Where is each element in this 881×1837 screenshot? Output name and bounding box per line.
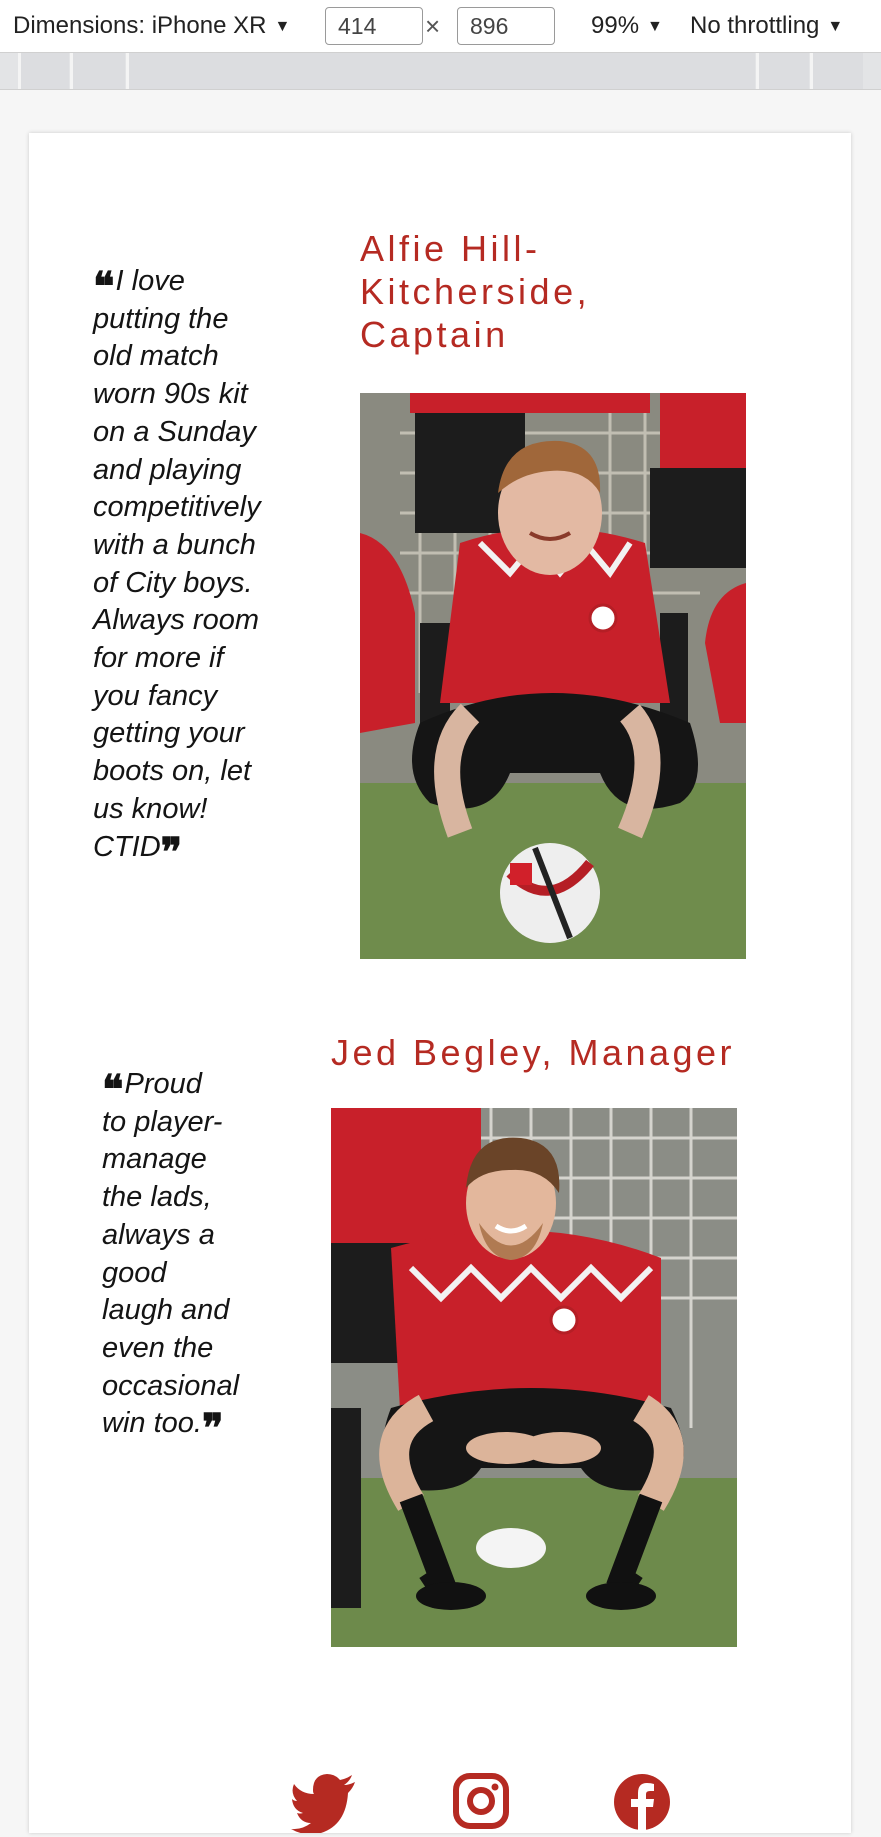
devtools-device-toolbar: Dimensions: iPhone XR ▼ × 99% ▼ No throttl…	[0, 0, 881, 53]
quote-line: of City boys.	[93, 566, 253, 599]
quote-line: Proud	[124, 1068, 202, 1100]
close-quote-icon: ❞	[201, 1405, 223, 1453]
quote-line: laugh and	[102, 1294, 230, 1327]
media-query-bar	[0, 53, 881, 90]
zoom-label: 99%	[591, 12, 640, 39]
times-icon: ×	[425, 11, 441, 41]
player-photo-alfie-illustration	[360, 393, 746, 959]
quote-line: always a	[102, 1218, 215, 1251]
throttling-label: No throttling	[690, 12, 820, 39]
width-input[interactable]	[325, 7, 423, 45]
quote-line: I love	[115, 265, 185, 297]
player-photo-jed-illustration	[331, 1108, 737, 1647]
instagram-icon[interactable]	[453, 1773, 509, 1833]
media-query-segment[interactable]	[126, 53, 755, 89]
player-name-jed: Jed Begley, Manager	[331, 1032, 736, 1073]
media-query-segment[interactable]	[756, 53, 809, 89]
quote-line: to player-	[102, 1105, 223, 1138]
dimensions-select[interactable]: Dimensions: iPhone XR ▼	[13, 10, 290, 42]
player-name-alfie: Alfie Hill- Kitcherside, Captain	[360, 227, 680, 356]
media-query-segment[interactable]	[18, 53, 69, 89]
quote-line: getting your	[93, 717, 245, 750]
close-quote-icon: ❞	[160, 828, 182, 876]
quote-line: competitively	[93, 491, 261, 524]
chevron-down-icon: ▼	[647, 18, 663, 35]
player-quote-alfie: ❝ I love putting the old match worn 90s k…	[93, 263, 298, 872]
quote-line: good	[102, 1256, 167, 1289]
quote-line: putting the	[93, 302, 229, 335]
chevron-down-icon: ▼	[274, 18, 291, 35]
throttling-select[interactable]: No throttling ▼	[690, 10, 843, 42]
player-photo-alfie	[360, 393, 746, 959]
name-line: Captain	[360, 314, 509, 355]
chevron-down-icon: ▼	[827, 18, 844, 35]
quote-line: the lads,	[102, 1181, 212, 1214]
media-query-segment[interactable]	[810, 53, 863, 89]
quote-line: on a Sunday	[93, 415, 256, 448]
media-query-segment[interactable]	[70, 53, 125, 89]
player-photo-jed	[331, 1108, 737, 1647]
quote-line: us know!	[93, 792, 208, 825]
page-viewport: ❝ I love putting the old match worn 90s k…	[29, 133, 851, 1835]
quote-line: win too.	[102, 1407, 202, 1440]
zoom-select[interactable]: 99% ▼	[591, 10, 663, 42]
name-line: Kitcherside,	[360, 271, 591, 312]
quote-line: occasional	[102, 1369, 240, 1402]
player-quote-jed: ❝ Proud to player- manage the lads, alway…	[102, 1066, 277, 1449]
quote-line: and playing	[93, 453, 242, 486]
facebook-icon[interactable]	[613, 1773, 671, 1835]
quote-line: with a bunch	[93, 528, 256, 561]
quote-line: even the	[102, 1331, 214, 1364]
quote-line: you fancy	[93, 679, 218, 712]
height-input[interactable]	[457, 7, 555, 45]
quote-line: manage	[102, 1143, 207, 1176]
quote-line: boots on, let	[93, 755, 251, 788]
dimensions-label: Dimensions: iPhone XR	[13, 12, 267, 39]
quote-line: old match	[93, 340, 219, 373]
quote-line: for more if	[93, 642, 224, 675]
twitter-icon[interactable]	[291, 1773, 357, 1837]
quote-line: Always room	[93, 604, 259, 637]
quote-line: worn 90s kit	[93, 378, 248, 411]
quote-line: CTID	[93, 830, 161, 863]
name-line: Alfie Hill-	[360, 228, 541, 269]
